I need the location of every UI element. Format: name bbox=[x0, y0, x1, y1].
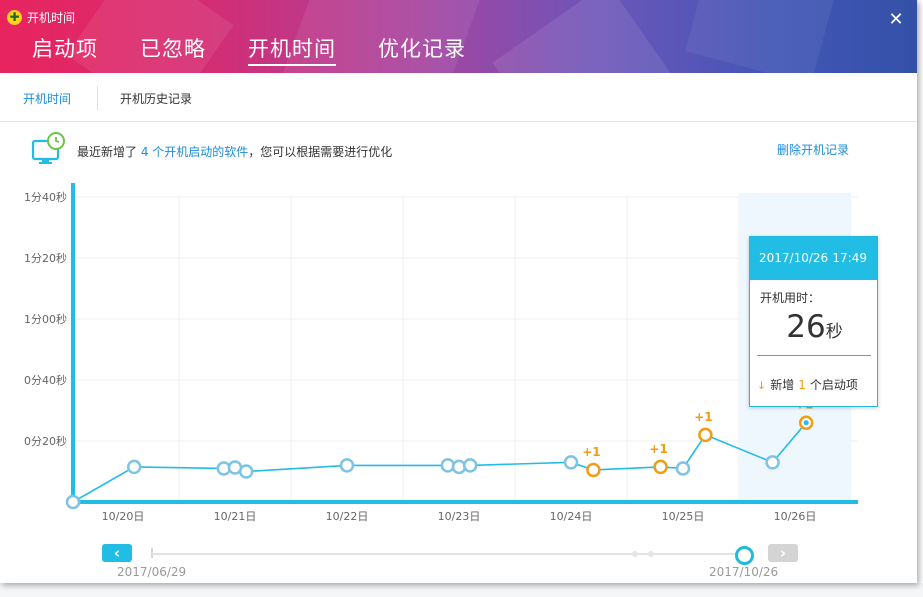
data-point bbox=[563, 455, 579, 470]
x-tick-label: 10/26日 bbox=[774, 510, 817, 523]
tooltip-value-unit: 秒 bbox=[825, 322, 843, 342]
tab-optimize-records[interactable]: 优化记录 bbox=[378, 36, 466, 62]
down-arrow-icon: ↓ bbox=[757, 379, 767, 392]
timeline-handle[interactable] bbox=[735, 546, 754, 565]
tooltip-time: 17:49 bbox=[832, 251, 867, 265]
added-count-label: +1 bbox=[649, 442, 667, 456]
chart-y-ticks: 0分20秒 0分40秒 1分00秒 1分20秒 1分40秒 bbox=[24, 190, 67, 448]
timeline-marker bbox=[648, 551, 654, 557]
y-tick-label: 0分20秒 bbox=[24, 434, 67, 448]
x-tick-label: 10/22日 bbox=[326, 510, 369, 523]
tooltip-divider bbox=[757, 355, 871, 356]
data-point bbox=[462, 458, 478, 473]
tooltip-value-number: 26 bbox=[786, 309, 826, 345]
x-tick-label: 10/25日 bbox=[662, 510, 705, 523]
data-point bbox=[698, 427, 713, 443]
new-startup-count-link[interactable]: 4 个开机启动的软件 bbox=[141, 145, 248, 159]
data-point bbox=[339, 458, 355, 473]
notice-message: 最近新增了 4 个开机启动的软件，您可以根据需要进行优化 bbox=[77, 143, 392, 160]
data-point bbox=[238, 464, 254, 479]
tab-ignored[interactable]: 已忽略 bbox=[140, 36, 206, 62]
notice-prefix: 最近新增了 bbox=[77, 145, 138, 159]
tab-boot-time[interactable]: 开机时间 bbox=[248, 36, 336, 66]
data-point bbox=[126, 459, 142, 475]
tooltip-value: 26秒 bbox=[750, 309, 879, 345]
data-point bbox=[765, 455, 780, 470]
x-tick-label: 10/24日 bbox=[550, 510, 593, 523]
header-bar: ✚ 开机时间 ✕ 启动项 已忽略 开机时间 优化记录 bbox=[0, 0, 917, 73]
boot-time-window: ✚ 开机时间 ✕ 启动项 已忽略 开机时间 优化记录 开机时间 开机历史记录 最… bbox=[0, 0, 917, 583]
tooltip-added-count: 1 bbox=[798, 378, 806, 392]
sub-tab-bar: 开机时间 开机历史记录 bbox=[0, 73, 917, 122]
subtab-boot-history[interactable]: 开机历史记录 bbox=[120, 90, 192, 107]
x-tick-label: 10/23日 bbox=[438, 510, 481, 523]
data-point bbox=[586, 462, 601, 478]
data-point-selected-dot bbox=[803, 420, 809, 426]
subtab-boot-time[interactable]: 开机时间 bbox=[23, 90, 71, 107]
monitor-clock-icon bbox=[31, 132, 65, 164]
chart-x-ticks: 10/20日 10/21日 10/22日 10/23日 10/24日 10/25日 10/2… bbox=[102, 510, 817, 523]
timeline-start-date: 2017/06/29 bbox=[117, 565, 187, 579]
y-tick-label: 1分00秒 bbox=[24, 312, 67, 326]
data-point bbox=[675, 461, 691, 476]
data-point bbox=[653, 459, 668, 475]
subtab-divider bbox=[97, 86, 98, 110]
tab-startup-items[interactable]: 启动项 bbox=[32, 36, 98, 62]
data-point bbox=[65, 494, 81, 510]
chart-series-line bbox=[72, 422, 807, 503]
tooltip-added-suffix: 个启动项 bbox=[809, 378, 858, 392]
tooltip-label: 开机用时： bbox=[760, 291, 821, 305]
x-tick-label: 10/21日 bbox=[214, 510, 257, 523]
x-tick-label: 10/20日 bbox=[102, 510, 145, 523]
close-button[interactable]: ✕ bbox=[886, 10, 906, 30]
background-window-bottom bbox=[0, 583, 923, 597]
app-logo-icon: ✚ bbox=[7, 10, 22, 25]
timeline-marker bbox=[632, 551, 638, 557]
series-line bbox=[72, 422, 807, 503]
notice-bar: 最近新增了 4 个开机启动的软件，您可以根据需要进行优化 删除开机记录 bbox=[0, 123, 917, 179]
boot-detail-tooltip: 2017/10/26 17:49 开机用时： 26秒 ↓ 新增 1 个启动项 bbox=[749, 236, 878, 407]
y-tick-label: 1分40秒 bbox=[24, 190, 67, 204]
timeline-track[interactable] bbox=[152, 553, 744, 555]
notice-suffix: ，您可以根据需要进行优化 bbox=[248, 145, 393, 159]
window-title: 开机时间 bbox=[27, 11, 76, 25]
tooltip-added-info: ↓ 新增 1 个启动项 bbox=[757, 376, 858, 393]
timeline-next-button[interactable]: › bbox=[768, 544, 798, 562]
timeline-end-date: 2017/10/26 bbox=[709, 565, 779, 579]
background-window-edge bbox=[917, 0, 923, 597]
delete-boot-records-link[interactable]: 删除开机记录 bbox=[777, 141, 849, 158]
added-count-label: +1 bbox=[694, 410, 712, 424]
tooltip-added-prefix: 新增 bbox=[770, 378, 795, 392]
timeline-prev-button[interactable]: ‹ bbox=[102, 544, 132, 562]
added-count-label: +1 bbox=[582, 445, 600, 459]
tooltip-date: 2017/10/26 bbox=[759, 251, 829, 265]
y-tick-label: 1分20秒 bbox=[24, 251, 67, 265]
y-tick-label: 0分40秒 bbox=[24, 373, 67, 387]
tooltip-header: 2017/10/26 17:49 bbox=[750, 237, 877, 280]
